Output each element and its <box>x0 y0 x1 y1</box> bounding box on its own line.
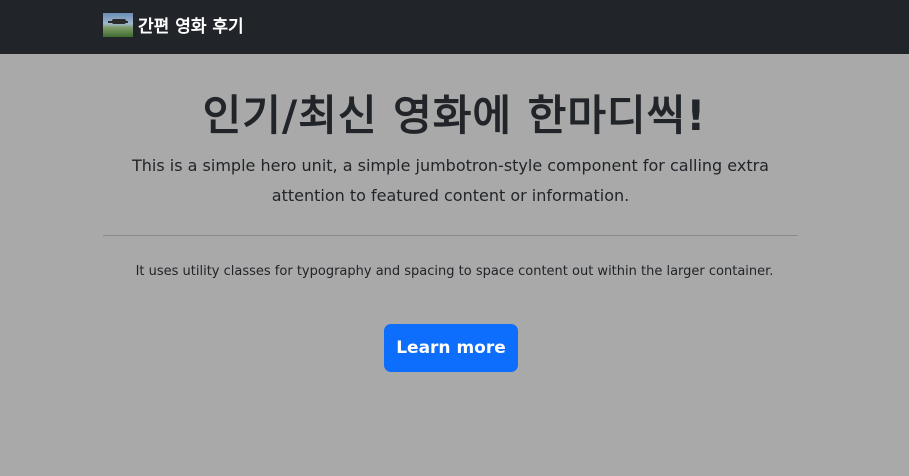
hero-body-text: It uses utility classes for typography a… <box>135 264 774 279</box>
hero-lead-text: This is a simple hero unit, a simple jum… <box>132 156 769 205</box>
navbar-brand[interactable]: 간편 영화 후기 <box>103 12 244 37</box>
brand-text: 간편 영화 후기 <box>138 17 244 37</box>
brand-logo-icon <box>103 12 133 37</box>
learn-more-button[interactable]: Learn more <box>384 324 518 372</box>
top-navbar: 간편 영화 후기 <box>0 0 909 54</box>
hero-title: 인기/최신 영화에 한마디씩! <box>202 91 707 140</box>
hero-divider <box>103 235 798 236</box>
